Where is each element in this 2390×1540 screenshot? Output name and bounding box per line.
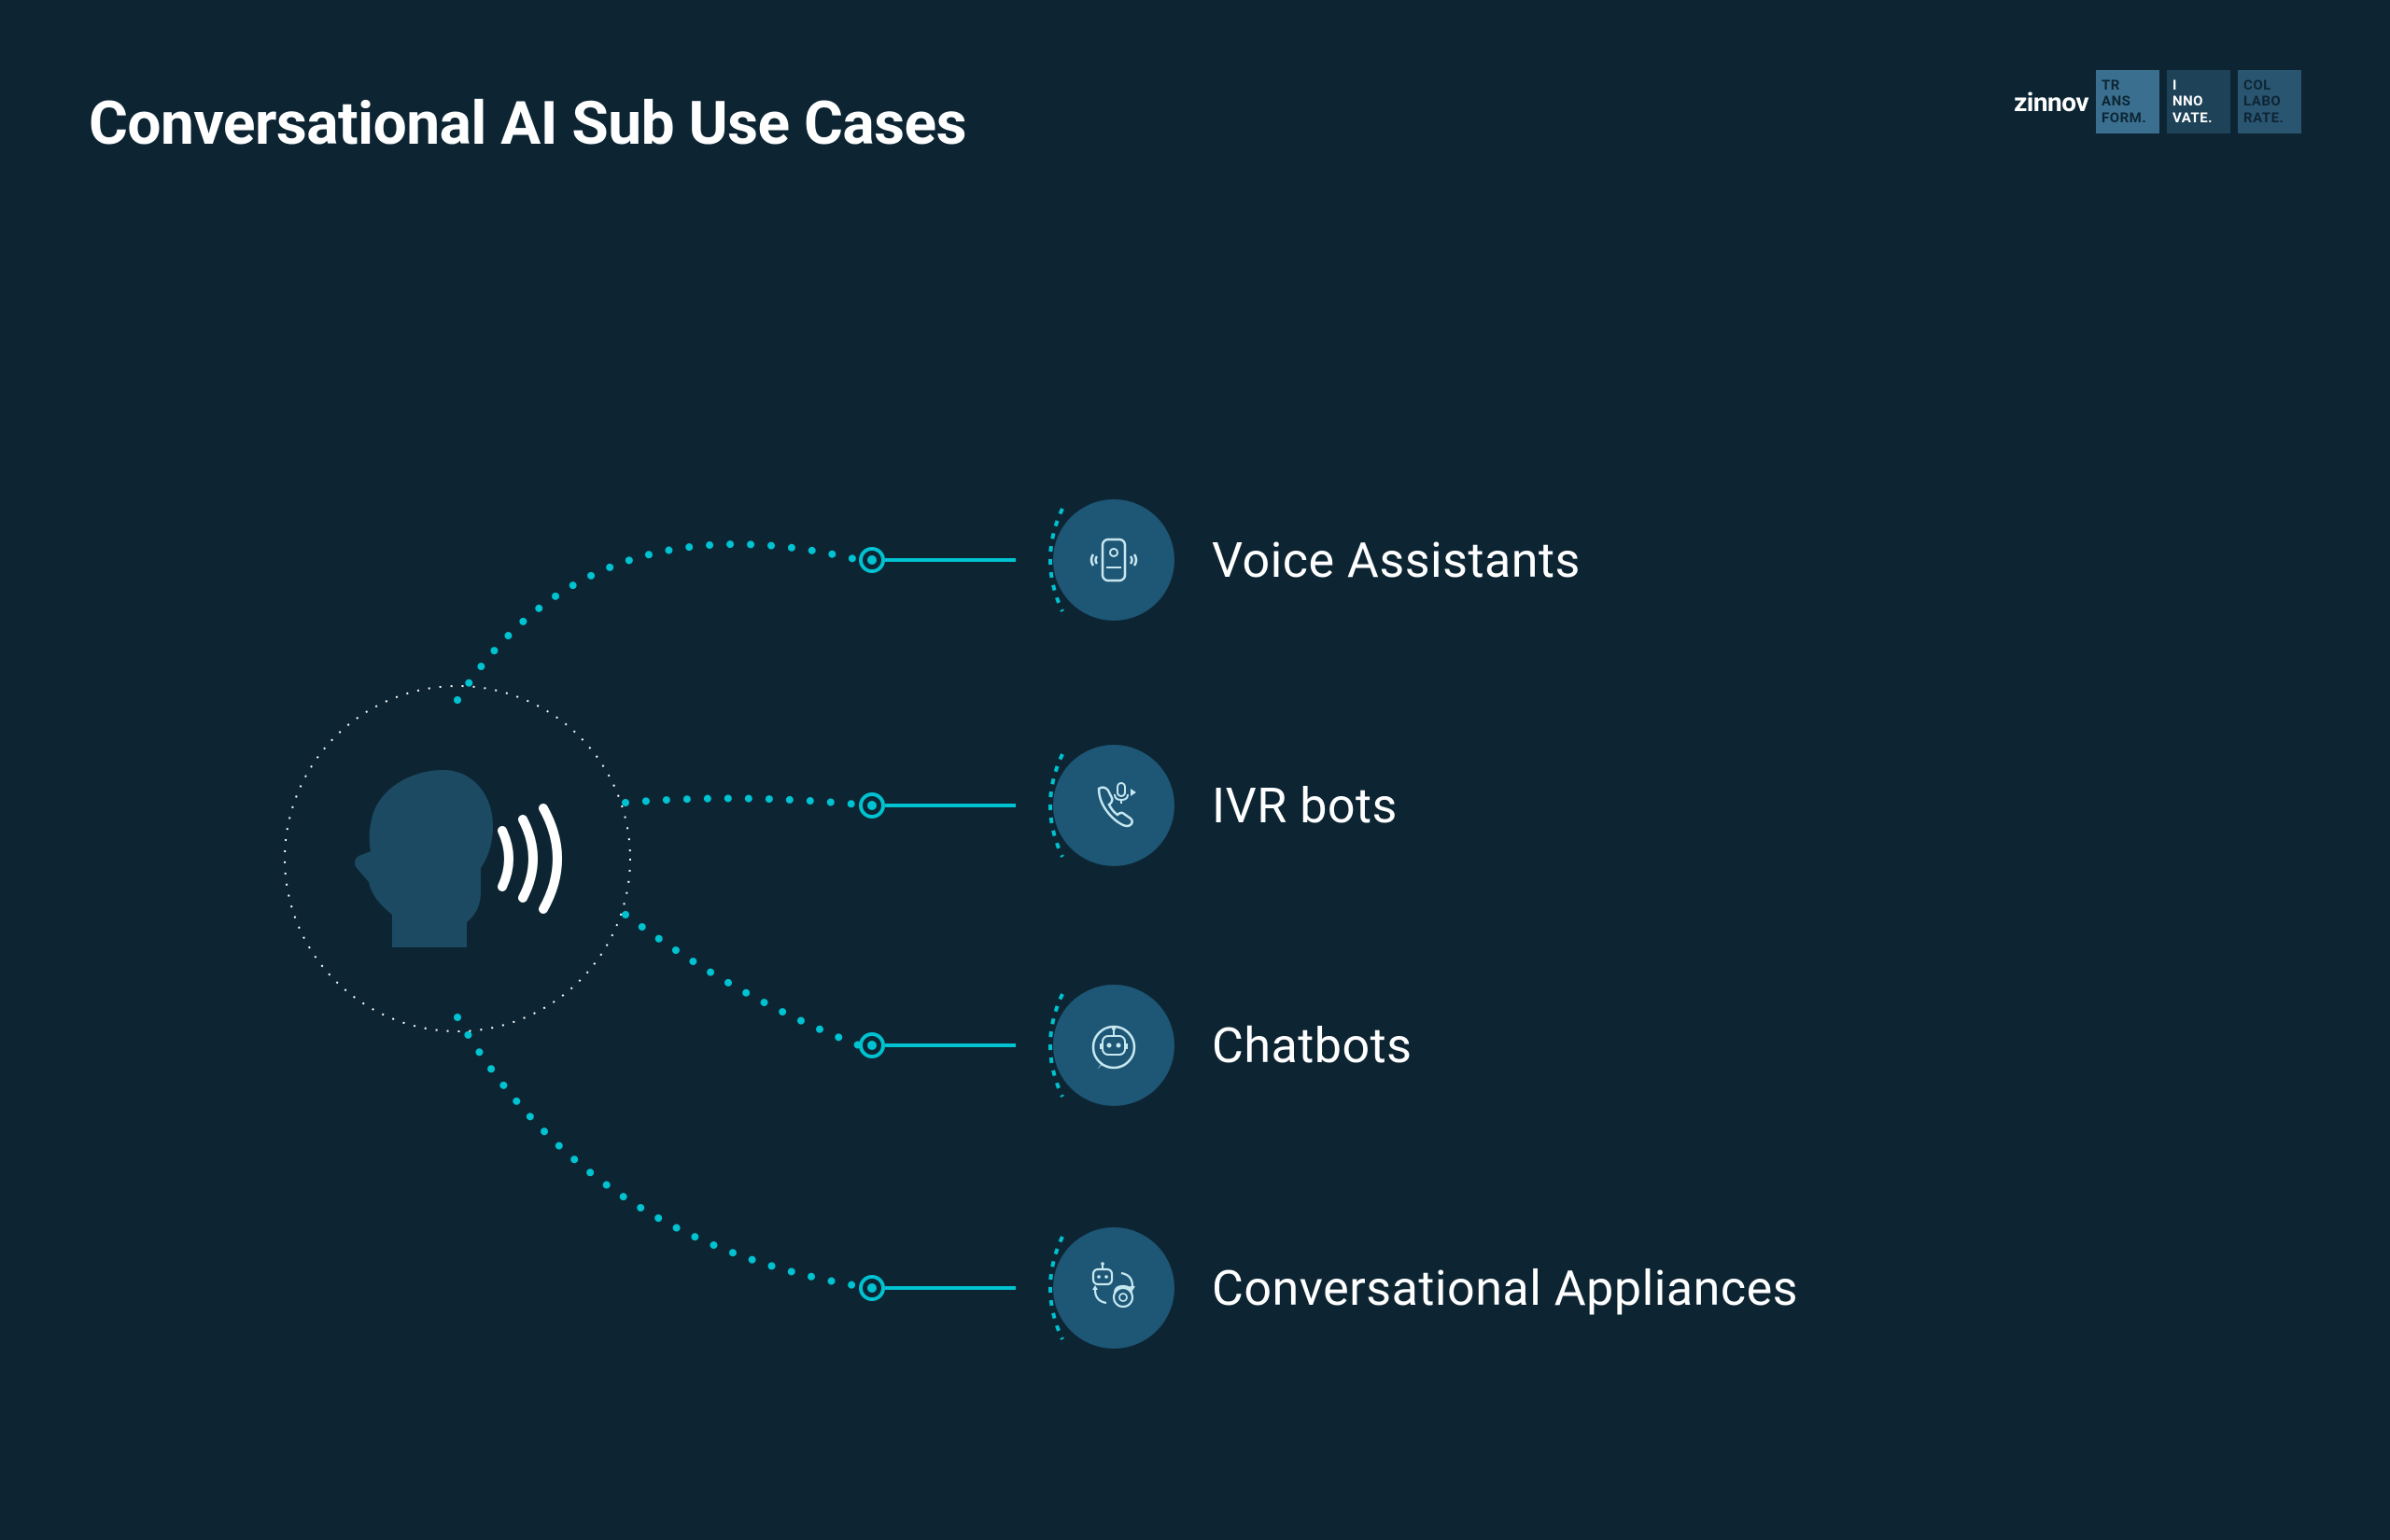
connector-node: [859, 792, 885, 819]
connector: [859, 1032, 1016, 1058]
item-label: Conversational Appliances: [1212, 1260, 1798, 1317]
item-label: Voice Assistants: [1212, 532, 1581, 589]
connector-node: [859, 547, 885, 573]
badge-collaborate: COL LABO RATE.: [2238, 70, 2301, 133]
page-title: Conversational AI Sub Use Cases: [89, 89, 966, 159]
item-conversational-appliances: Conversational Appliances: [859, 1227, 1798, 1349]
item-ivr-bots: IVR bots: [859, 745, 1398, 866]
conversational-appliance-icon: [1053, 1227, 1174, 1349]
speaking-head-icon: [280, 681, 635, 1036]
connector-line: [885, 804, 1016, 807]
badge-transform: TR ANS FORM.: [2096, 70, 2159, 133]
connector: [859, 792, 1016, 819]
item-voice-assistants: Voice Assistants: [859, 499, 1581, 621]
badge-innovate: I NNO VATE.: [2167, 70, 2230, 133]
connector-line: [885, 558, 1016, 562]
chatbot-icon: [1053, 985, 1174, 1106]
brand-name: zinnov: [2014, 87, 2088, 118]
ivr-phone-icon: [1053, 745, 1174, 866]
item-chatbots: Chatbots: [859, 985, 1413, 1106]
connector-line: [885, 1043, 1016, 1047]
item-label: Chatbots: [1212, 1017, 1413, 1074]
brand-logo-group: zinnov TR ANS FORM. I NNO VATE. COL LABO…: [2014, 70, 2301, 133]
connector-node: [859, 1032, 885, 1058]
voice-assistant-icon: [1053, 499, 1174, 621]
diagram-canvas: Voice Assistants IVR bots: [0, 233, 2390, 1260]
connector: [859, 1275, 1016, 1301]
connector-node: [859, 1275, 885, 1301]
connector: [859, 547, 1016, 573]
item-label: IVR bots: [1212, 777, 1398, 834]
connector-line: [885, 1286, 1016, 1290]
central-hub: [280, 681, 635, 1036]
